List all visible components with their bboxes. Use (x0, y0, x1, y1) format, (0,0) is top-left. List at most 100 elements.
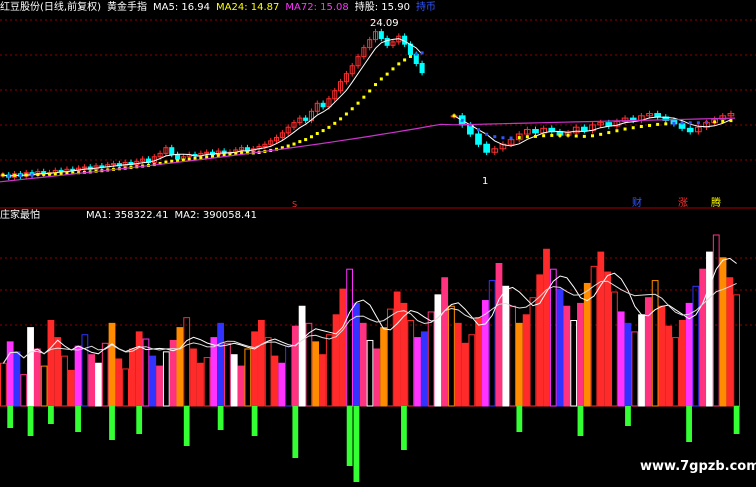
left-gold-dot (1, 173, 5, 177)
volume-bar (278, 362, 286, 407)
volume-bar (6, 341, 14, 407)
left-gold-dot (356, 101, 360, 105)
volume-neg-bar (183, 406, 190, 446)
peak-price-label: 24.09 (370, 18, 399, 29)
volume-neg-bar (217, 406, 224, 430)
volume-bar (13, 351, 21, 407)
volume-bar (556, 288, 564, 407)
ma5-readout: MA5: 16.94 (152, 2, 210, 13)
volume-bar (33, 348, 41, 407)
cai-signal-label: 财 (632, 196, 642, 209)
volume-bar (203, 357, 211, 407)
volume-bar (665, 325, 673, 407)
right-gold-dot (705, 120, 708, 124)
left-candle-body (419, 63, 425, 74)
left-gold-dot (408, 54, 412, 58)
zhang-signal-label: 涨 (678, 197, 688, 209)
volume-bar (427, 311, 435, 407)
right-candle-body (686, 127, 694, 133)
left-gold-dot (344, 112, 348, 116)
left-candle-body (169, 147, 175, 156)
right-gold-dot (648, 123, 651, 127)
volume-bar (251, 331, 258, 407)
volume-bar (726, 277, 734, 407)
left-gold-dot (216, 153, 220, 157)
volume-bar (407, 320, 415, 407)
watermark-text: www.7gpzb.com (640, 459, 756, 474)
right-gold-dot (639, 125, 643, 129)
stock-chart-svg: 24.09 1 S 财 涨 腾 www.7gpzb.com (0, 18, 756, 482)
volume-neg-bar (516, 406, 523, 432)
volume-neg-bar (27, 406, 34, 436)
left-gold-dot (36, 172, 40, 176)
volume-neg-bar (353, 406, 360, 482)
right-gold-dot (574, 134, 578, 138)
volume-bar (353, 302, 360, 407)
right-gold-dot (599, 132, 603, 136)
indicator-name: 黄金手指 (106, 2, 147, 13)
volume-bar (441, 277, 449, 407)
volume-bar (482, 300, 489, 407)
volume-bar (448, 305, 455, 407)
left-gold-dot (315, 131, 319, 135)
volume-bar (88, 354, 96, 407)
left-gold-dot (292, 142, 296, 146)
volume-bar (237, 365, 245, 407)
left-gold-dot (333, 121, 337, 125)
left-gold-dot (339, 117, 343, 121)
volume-bar (217, 322, 225, 407)
volume-bar (47, 320, 55, 407)
left-gold-dot (321, 129, 325, 133)
right-gold-dot (680, 121, 684, 125)
left-gold-dot (391, 67, 395, 71)
right-gold-dot (688, 121, 692, 125)
right-gold-dot (525, 135, 529, 139)
s-signal-label: S (292, 200, 297, 209)
left-gold-dot (379, 77, 383, 81)
volume-neg-bar (48, 406, 54, 424)
sell-readout: 持币 (415, 2, 436, 13)
right-gold-dot (615, 129, 619, 133)
right-gold-dot (517, 136, 521, 140)
right-gold-dot (672, 121, 676, 125)
right-gold-dot (607, 131, 611, 135)
left-gold-dot (304, 138, 308, 142)
right-gold-dot (493, 135, 497, 139)
volume-neg-bar (7, 406, 14, 428)
volume-bar (624, 322, 632, 407)
left-gold-dot (47, 172, 51, 176)
volume-bar (414, 337, 421, 407)
volume-bar (183, 317, 191, 407)
sub-title: 庄家最怕 (0, 210, 40, 221)
ma1-readout: MA1: 358322.41 (86, 210, 169, 221)
volume-bar (706, 251, 713, 407)
volume-neg-bar (346, 406, 353, 466)
volume-bar (190, 348, 197, 407)
volume-bar (366, 339, 374, 407)
left-gold-dot (42, 172, 46, 176)
right-gold-dot (460, 118, 464, 122)
right-gold-dot (656, 122, 660, 126)
volume-bar (583, 282, 591, 407)
volume-bar (95, 362, 102, 407)
volume-bar (101, 342, 109, 407)
volume-bar (638, 314, 645, 407)
left-gold-dot (13, 173, 17, 177)
right-gold-dot (501, 136, 505, 140)
volume-bar (325, 334, 333, 407)
volume-bar (420, 331, 428, 407)
volume-bar (149, 355, 157, 407)
chart-stage: 24.09 1 S 财 涨 腾 www.7gpzb.com 红豆股份(日线,前复权) 黄金手指… (0, 0, 756, 487)
volume-bar (509, 305, 516, 407)
volume-bar (285, 345, 292, 407)
volume-neg-bar (686, 406, 692, 442)
right-gold-dot (550, 133, 554, 137)
volume-bar (658, 305, 666, 407)
left-gold-dot (309, 135, 313, 139)
main-header: 红豆股份(日线,前复权) 黄金手指 MA5: 16.94 MA24: 14.87 MA7… (0, 2, 442, 14)
right-gold-dot (729, 119, 733, 123)
volume-bar (359, 322, 367, 407)
volume-bar (108, 322, 116, 407)
volume-bar (210, 337, 218, 407)
right-gold-dot (631, 126, 635, 130)
